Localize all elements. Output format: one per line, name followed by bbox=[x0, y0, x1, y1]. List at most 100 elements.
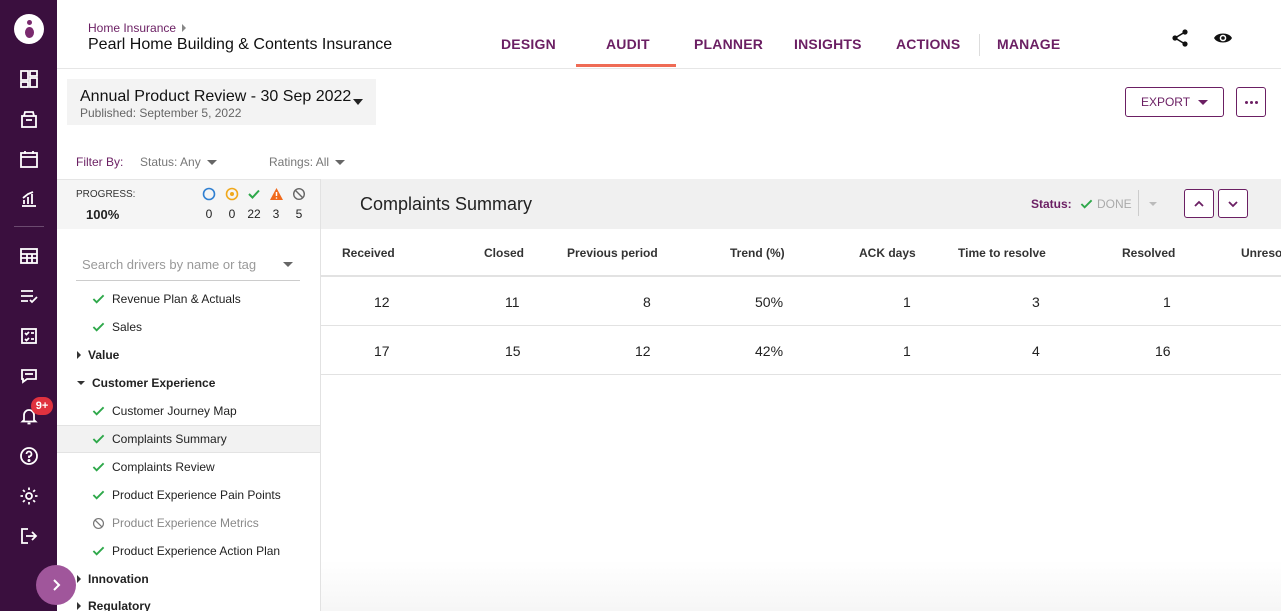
table-cell: 17 bbox=[374, 343, 390, 359]
chevron-down-icon bbox=[1228, 200, 1238, 207]
complaints-table: Received Closed Previous period Trend (%… bbox=[321, 229, 1281, 375]
section-title: Complaints Summary bbox=[360, 194, 533, 214]
dashboard-icon[interactable] bbox=[18, 68, 40, 90]
check-icon bbox=[92, 322, 105, 332]
task-icon[interactable] bbox=[18, 325, 40, 347]
review-selector[interactable]: Annual Product Review - 30 Sep 2022 Publ… bbox=[67, 79, 376, 125]
tree-group-customer-experience[interactable]: Customer Experience bbox=[57, 369, 320, 397]
status-value: DONE bbox=[1097, 197, 1132, 211]
help-icon[interactable] bbox=[18, 445, 40, 467]
table-cell: 1 bbox=[903, 294, 911, 310]
filter-by-label: Filter By: bbox=[76, 155, 124, 169]
logout-icon[interactable] bbox=[18, 525, 40, 547]
check-icon bbox=[1080, 199, 1093, 209]
status-label: Status: bbox=[1031, 197, 1072, 211]
table-row[interactable]: 12 11 8 50% 1 3 1 bbox=[321, 277, 1281, 326]
status-dropdown[interactable]: DONE bbox=[1080, 197, 1132, 211]
breadcrumb[interactable]: Home Insurance bbox=[88, 21, 187, 35]
more-options-button[interactable] bbox=[1236, 87, 1266, 117]
eye-icon[interactable] bbox=[1213, 28, 1233, 48]
column-header[interactable]: Time to resolve bbox=[958, 246, 1046, 260]
progress-summary: PROGRESS: 100% 0 0 22 3 5 bbox=[57, 179, 321, 229]
table-cell: 50% bbox=[755, 294, 784, 310]
settings-icon[interactable] bbox=[18, 485, 40, 507]
ratings-filter-dropdown[interactable]: Ratings: All bbox=[269, 155, 346, 169]
tree-item-product-experience-pain-points[interactable]: Product Experience Pain Points bbox=[57, 481, 320, 509]
check-icon bbox=[92, 434, 105, 444]
stat-in-progress: 0 bbox=[222, 186, 242, 221]
tree-group-value[interactable]: Value bbox=[57, 341, 320, 369]
app-logo[interactable] bbox=[14, 14, 44, 44]
tree-group-regulatory[interactable]: Regulatory bbox=[57, 592, 320, 611]
box-icon[interactable] bbox=[18, 108, 40, 130]
chat-icon[interactable] bbox=[18, 365, 40, 387]
tab-manage[interactable]: MANAGE bbox=[997, 36, 1060, 52]
next-section-button[interactable] bbox=[1218, 189, 1248, 218]
stat-done: 22 bbox=[244, 186, 264, 221]
check-icon bbox=[92, 546, 105, 556]
tree-item-label: Complaints Summary bbox=[112, 432, 227, 446]
section-header: Complaints Summary Status: DONE bbox=[321, 179, 1281, 229]
column-header[interactable]: Closed bbox=[484, 246, 524, 260]
tree-group-innovation[interactable]: Innovation bbox=[57, 565, 320, 593]
tree-item-revenue-plan-actuals[interactable]: Revenue Plan & Actuals bbox=[57, 285, 320, 313]
column-header[interactable]: Resolved bbox=[1122, 246, 1175, 260]
search-input[interactable] bbox=[76, 250, 276, 278]
caret-down-icon bbox=[77, 381, 85, 385]
calendar-icon[interactable] bbox=[18, 148, 40, 170]
tree-item-customer-journey-map[interactable]: Customer Journey Map bbox=[57, 397, 320, 425]
stat-not-applicable: 5 bbox=[289, 186, 309, 221]
column-header[interactable]: Trend (%) bbox=[730, 246, 785, 260]
table-cell: 12 bbox=[374, 294, 390, 310]
stat-count: 3 bbox=[272, 207, 280, 221]
check-icon bbox=[248, 189, 260, 199]
caret-down-icon bbox=[206, 159, 217, 165]
table-cell: 1 bbox=[1163, 294, 1171, 310]
tab-planner[interactable]: PLANNER bbox=[694, 36, 763, 52]
table-cell: 3 bbox=[1032, 294, 1040, 310]
check-icon bbox=[92, 294, 105, 304]
chart-icon[interactable] bbox=[18, 188, 40, 210]
share-icon[interactable] bbox=[1170, 28, 1190, 48]
expand-sidebar-button[interactable] bbox=[36, 565, 76, 605]
table-cell: 8 bbox=[643, 294, 651, 310]
filter-label: Filter By: bbox=[76, 155, 123, 169]
tab-design[interactable]: DESIGN bbox=[501, 36, 556, 52]
tab-audit[interactable]: AUDIT bbox=[606, 36, 650, 52]
column-header[interactable]: Unresolved bbox=[1241, 246, 1281, 260]
caret-down-icon bbox=[1198, 99, 1209, 105]
caret-down-icon[interactable] bbox=[283, 262, 293, 267]
tab-actions[interactable]: ACTIONS bbox=[896, 36, 960, 52]
driver-search bbox=[76, 250, 300, 281]
circle-icon bbox=[202, 187, 216, 200]
tree-group-label: Innovation bbox=[88, 572, 149, 586]
column-header[interactable]: ACK days bbox=[859, 246, 916, 260]
tree-item-product-experience-metrics[interactable]: Product Experience Metrics bbox=[57, 509, 320, 537]
caret-down-icon bbox=[353, 99, 363, 105]
stat-warning: 3 bbox=[266, 186, 286, 221]
tree-item-complaints-summary[interactable]: Complaints Summary bbox=[57, 425, 320, 453]
breadcrumb-label[interactable]: Home Insurance bbox=[88, 21, 176, 35]
table-cell: 1 bbox=[903, 343, 911, 359]
export-button[interactable]: EXPORT bbox=[1125, 87, 1224, 117]
stat-count: 0 bbox=[228, 207, 236, 221]
table-row[interactable]: 17 15 12 42% 1 4 16 bbox=[321, 326, 1281, 375]
table-cell: 4 bbox=[1032, 343, 1040, 359]
check-icon bbox=[92, 406, 105, 416]
tree-item-sales[interactable]: Sales bbox=[57, 313, 320, 341]
caret-down-icon[interactable] bbox=[1149, 202, 1157, 206]
tree-item-product-experience-action-plan[interactable]: Product Experience Action Plan bbox=[57, 537, 320, 565]
table-cell: 42% bbox=[755, 343, 784, 359]
stat-count: 22 bbox=[247, 207, 261, 221]
status-filter-dropdown[interactable]: Status: Any bbox=[140, 155, 217, 169]
column-header[interactable]: Previous period bbox=[567, 246, 658, 260]
bottom-fade bbox=[321, 560, 1281, 611]
checklist-icon[interactable] bbox=[18, 285, 40, 307]
column-header[interactable]: Received bbox=[342, 246, 395, 260]
tree-item-complaints-review[interactable]: Complaints Review bbox=[57, 453, 320, 481]
previous-section-button[interactable] bbox=[1184, 189, 1214, 218]
more-dot bbox=[1249, 100, 1253, 104]
table-icon[interactable] bbox=[18, 245, 40, 267]
tab-insights[interactable]: INSIGHTS bbox=[794, 36, 862, 52]
stat-count: 5 bbox=[295, 207, 303, 221]
